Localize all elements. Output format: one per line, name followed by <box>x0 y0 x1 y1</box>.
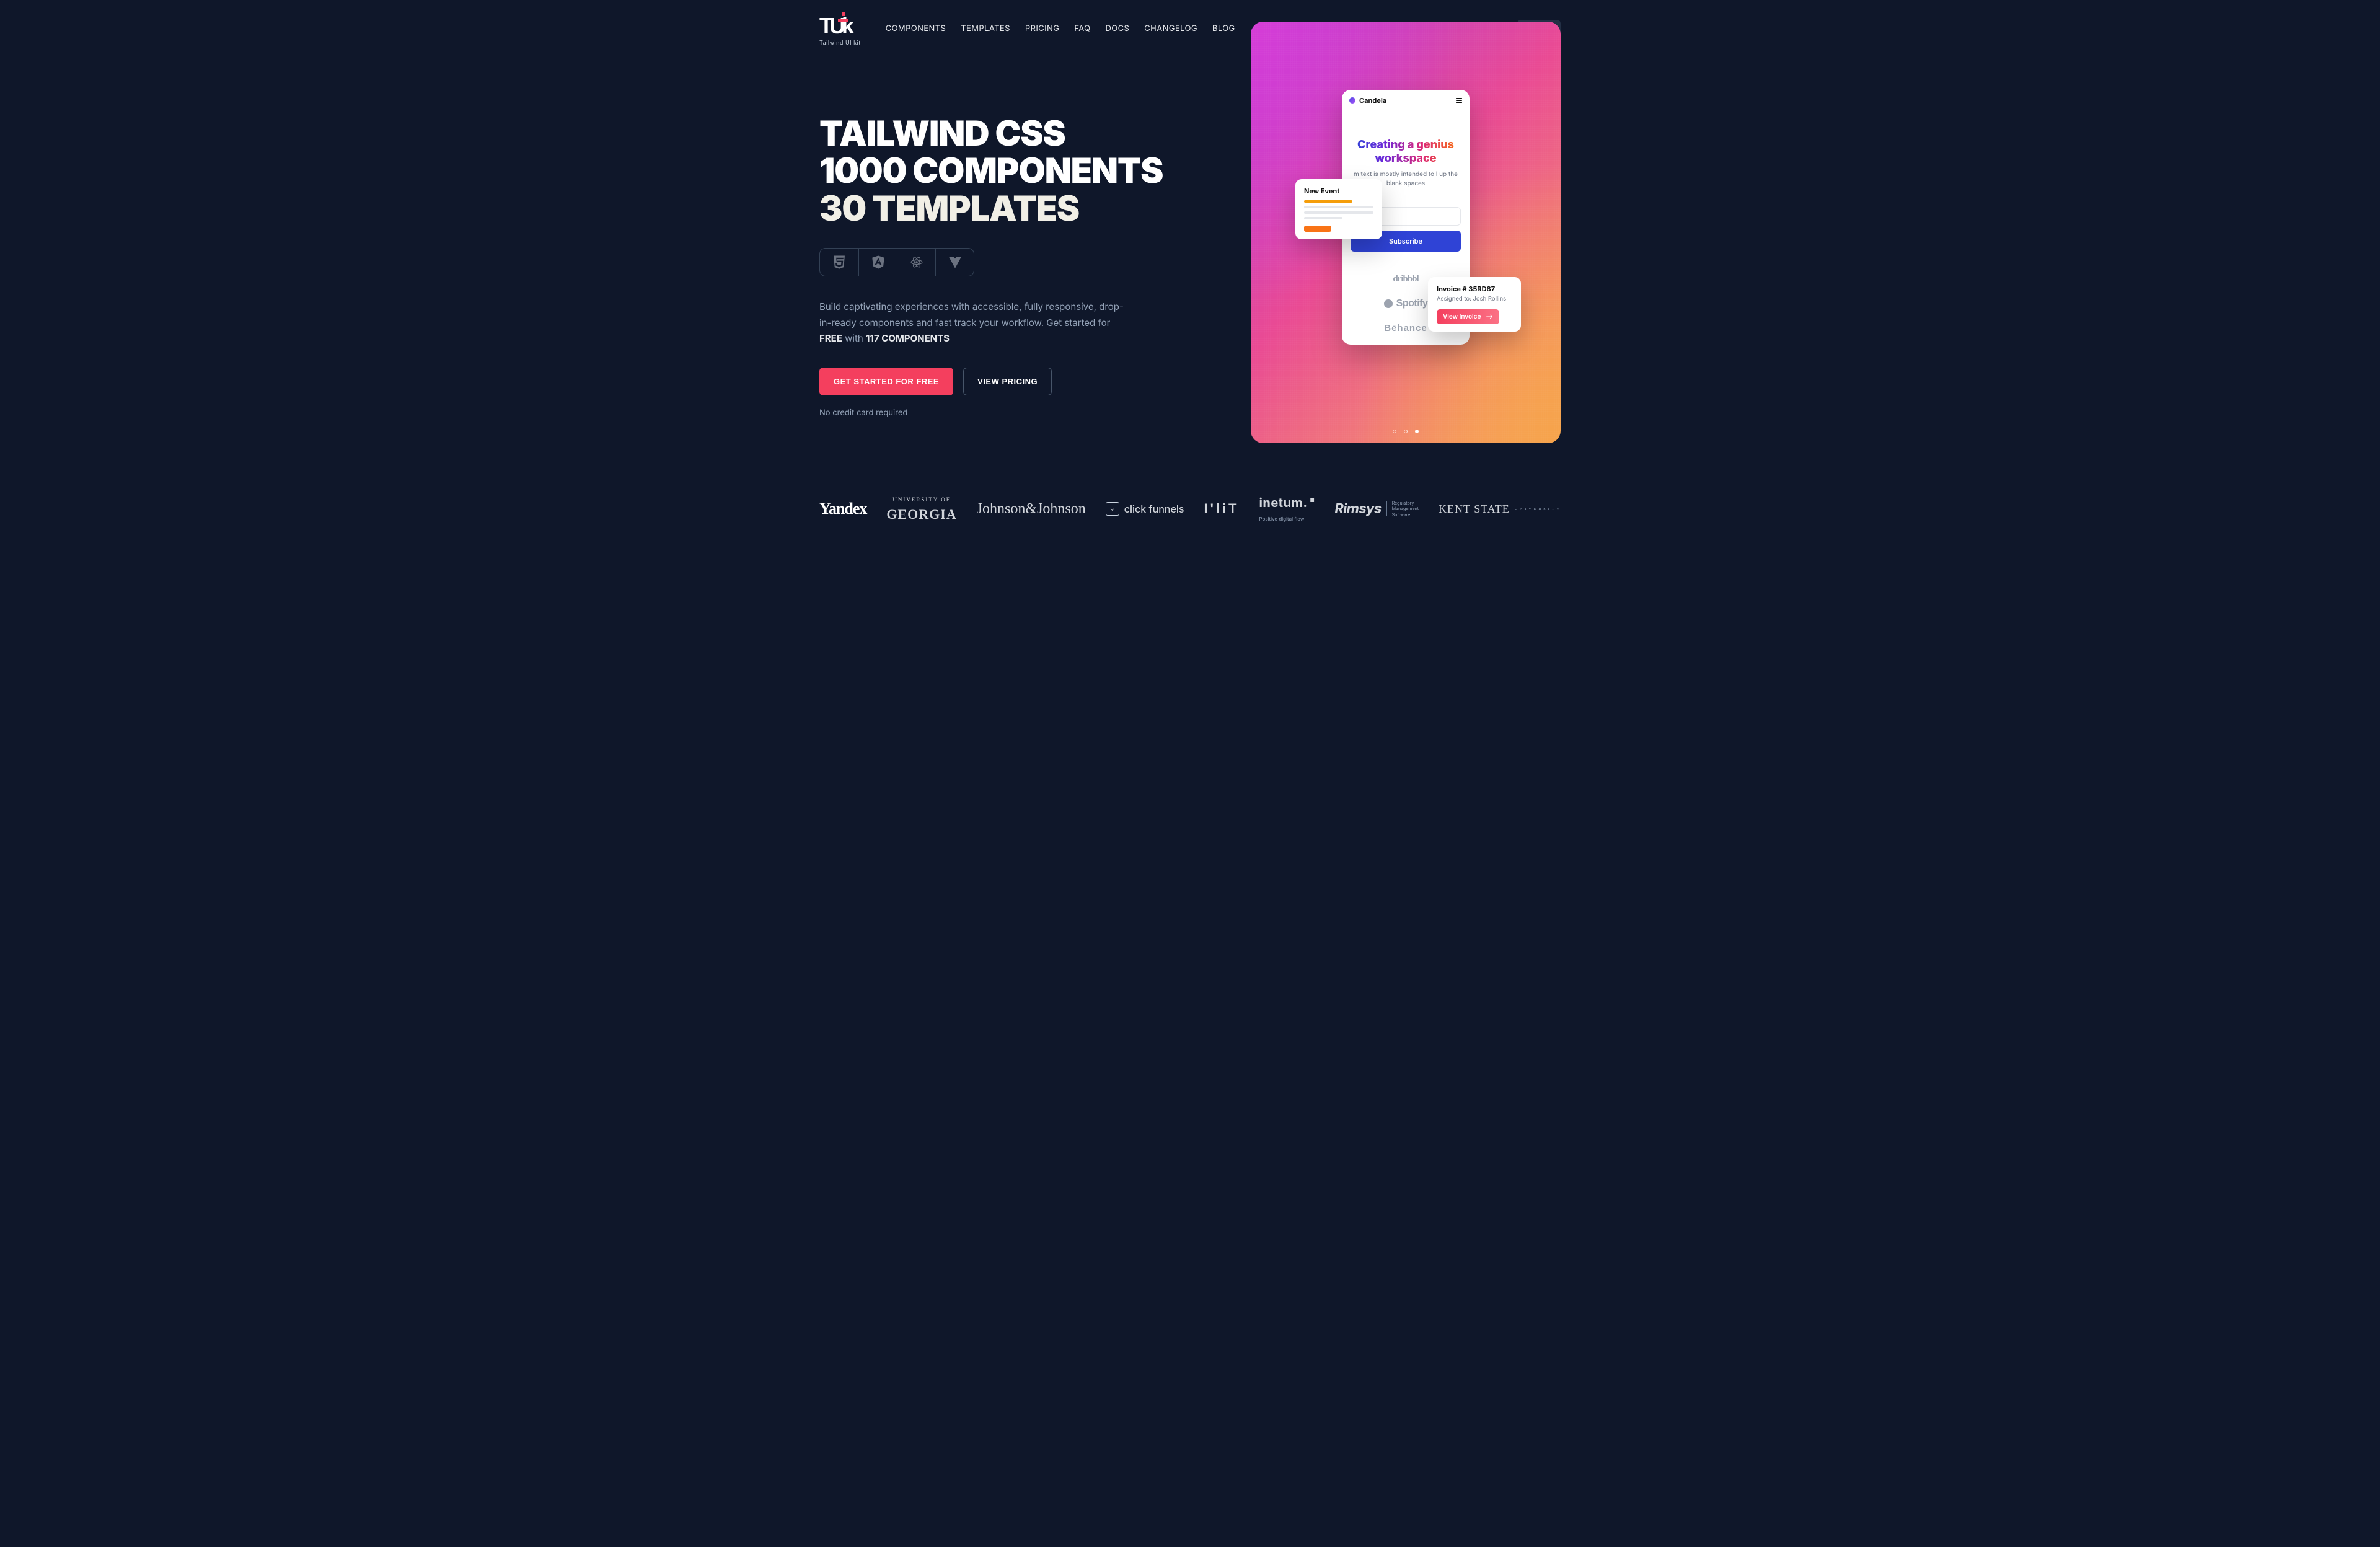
behance-logo: Bēhance <box>1384 323 1427 333</box>
nav-templates[interactable]: TEMPLATES <box>961 24 1010 33</box>
carousel-dot-3[interactable] <box>1415 430 1419 433</box>
kent-state-logo: KENT STATE UNIVERSITY <box>1439 503 1562 514</box>
rimsys-logo: Rimsys RegulatoryManagementSoftware <box>1334 500 1419 517</box>
nav-faq[interactable]: FAQ <box>1074 24 1090 33</box>
invoice-title: Invoice # 35RD87 <box>1437 284 1512 293</box>
nav-links: COMPONENTS TEMPLATES PRICING FAQ DOCS CH… <box>886 15 1235 33</box>
skeleton-line <box>1304 217 1342 219</box>
preview-card: Candela Creating a genius workspace m te… <box>1251 22 1561 443</box>
carousel-dot-2[interactable] <box>1404 430 1408 433</box>
view-invoice-button[interactable]: View Invoice <box>1437 309 1499 324</box>
clickfunnels-logo: ⌄ click funnels <box>1106 502 1184 516</box>
skeleton-line <box>1304 200 1352 203</box>
inetum-logo: inetum. Positive digital flow <box>1259 496 1315 521</box>
dribbble-logo: dribbbl <box>1393 274 1418 284</box>
georgia-logo: UNIVERSITY OF GEORGIA <box>886 497 956 521</box>
clickfunnels-icon: ⌄ <box>1106 502 1119 516</box>
brand[interactable]: TUk Tailwind UI kit <box>819 15 861 46</box>
brand-accent-bar <box>838 19 848 22</box>
skeleton-line <box>1304 211 1373 214</box>
hero-line-3: 30 TEMPLATES <box>819 187 1079 229</box>
angular-icon[interactable] <box>858 249 897 276</box>
spotify-logo: Spotify <box>1384 298 1428 309</box>
cta-get-started-button[interactable]: GET STARTED FOR FREE <box>819 368 953 395</box>
preview-brand-dot-icon <box>1349 97 1355 104</box>
tech-icon-row <box>819 248 974 276</box>
preview-brand: Candela <box>1349 96 1386 105</box>
nav-blog[interactable]: BLOG <box>1212 24 1235 33</box>
preview-hero-title: Creating a genius workspace <box>1353 138 1458 165</box>
nav-pricing[interactable]: PRICING <box>1025 24 1059 33</box>
invoice-card: Invoice # 35RD87 Assigned to: Josh Rolli… <box>1428 277 1521 332</box>
client-logo-strip: Yandex UNIVERSITY OF GEORGIA Johnson&Joh… <box>819 496 1561 521</box>
new-event-card: New Event <box>1295 179 1382 239</box>
react-icon[interactable] <box>897 249 935 276</box>
invoice-assigned: Assigned to: Josh Rollins <box>1437 296 1512 302</box>
hero-line-2: 1000 COMPONENTS <box>819 149 1163 192</box>
spotify-icon <box>1384 299 1393 308</box>
mit-logo: I'liT <box>1204 501 1239 517</box>
brand-accent-dot <box>842 12 845 16</box>
arrow-right-icon <box>1486 314 1493 320</box>
hero-description: Build captivating experiences with acces… <box>819 299 1129 346</box>
vue-icon[interactable] <box>935 249 974 276</box>
hamburger-icon[interactable] <box>1456 98 1462 104</box>
johnson-johnson-logo: Johnson&Johnson <box>977 501 1086 518</box>
new-event-title: New Event <box>1304 187 1373 195</box>
brand-logo-text: TUk <box>819 13 850 38</box>
skeleton-line <box>1304 206 1373 208</box>
carousel-dots <box>1393 430 1419 433</box>
nav-components[interactable]: COMPONENTS <box>886 24 946 33</box>
carousel-dot-1[interactable] <box>1393 430 1396 433</box>
hero-line-1: TAILWIND CSS <box>819 112 1065 154</box>
brand-tagline: Tailwind UI kit <box>819 40 861 46</box>
cta-view-pricing-button[interactable]: VIEW PRICING <box>963 368 1052 395</box>
skeleton-button <box>1304 226 1331 232</box>
nav-docs[interactable]: DOCS <box>1106 24 1130 33</box>
html5-icon[interactable] <box>820 249 858 276</box>
cta-note: No credit card required <box>819 408 1166 418</box>
yandex-logo: Yandex <box>819 500 866 518</box>
hero-heading: TAILWIND CSS 1000 COMPONENTS 30 TEMPLATE… <box>819 115 1166 227</box>
nav-changelog[interactable]: CHANGELOG <box>1144 24 1197 33</box>
